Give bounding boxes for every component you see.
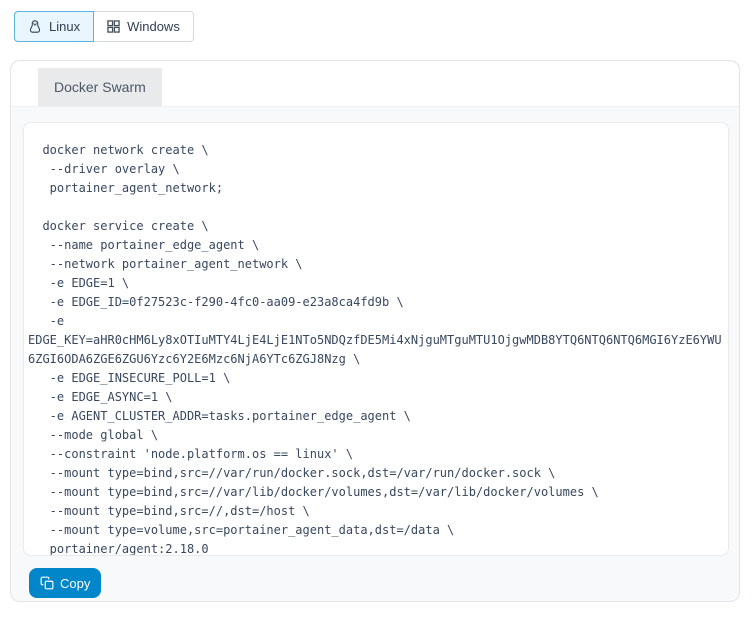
copy-icon [40, 576, 54, 590]
code-line: 6ZGI6ODA6ZGE6ZGU6Yzc6Y2E6Mzc6NjA6YTc6ZGJ… [28, 350, 724, 369]
code-line: --mount type=bind,src=//var/run/docker.s… [28, 464, 724, 483]
code-line: -e EDGE_INSECURE_POLL=1 \ [28, 369, 724, 388]
code-line: docker service create \ [28, 217, 724, 236]
code-line: -e EDGE=1 \ [28, 274, 724, 293]
code-line: --name portainer_edge_agent \ [28, 236, 724, 255]
windows-icon [107, 20, 120, 33]
tab-docker-swarm[interactable]: Docker Swarm [38, 68, 162, 106]
code-line: -e AGENT_CLUSTER_ADDR=tasks.portainer_ed… [28, 407, 724, 426]
copy-button[interactable]: Copy [29, 568, 101, 598]
code-line: docker network create \ [28, 141, 724, 160]
code-line: -e EDGE_ID=0f27523c-f290-4fc0-aa09-e23a8… [28, 293, 724, 312]
code-line: -e EDGE_ASYNC=1 \ [28, 388, 724, 407]
code-line: --constraint 'node.platform.os == linux'… [28, 445, 724, 464]
code-line: --driver overlay \ [28, 160, 724, 179]
deployment-card-header: Docker Swarm [11, 61, 739, 107]
code-line: --mount type=volume,src=portainer_agent_… [28, 521, 724, 540]
deployment-card: Docker Swarm docker network create \ --d… [10, 60, 740, 602]
code-line: EDGE_KEY=aHR0cHM6Ly8xOTIuMTY4LjE4LjE1NTo… [28, 331, 724, 350]
code-line: --mount type=bind,src=//var/lib/docker/v… [28, 483, 724, 502]
code-line [28, 198, 724, 217]
code-line: --mode global \ [28, 426, 724, 445]
linux-icon [28, 19, 42, 34]
os-tab-windows[interactable]: Windows [94, 11, 194, 42]
copy-button-label: Copy [60, 576, 90, 591]
code-line: portainer/agent:2.18.0 [28, 540, 724, 556]
code-line: -e [28, 312, 724, 331]
os-tab-group: Linux Windows [14, 11, 194, 42]
deploy-command-code-block: docker network create \ --driver overlay… [23, 122, 729, 556]
code-line: --network portainer_agent_network \ [28, 255, 724, 274]
os-tab-windows-label: Windows [127, 19, 180, 34]
code-line: --mount type=bind,src=//,dst=/host \ [28, 502, 724, 521]
os-tab-linux-label: Linux [49, 19, 80, 34]
os-tab-linux[interactable]: Linux [14, 11, 94, 42]
code-line: portainer_agent_network; [28, 179, 724, 198]
